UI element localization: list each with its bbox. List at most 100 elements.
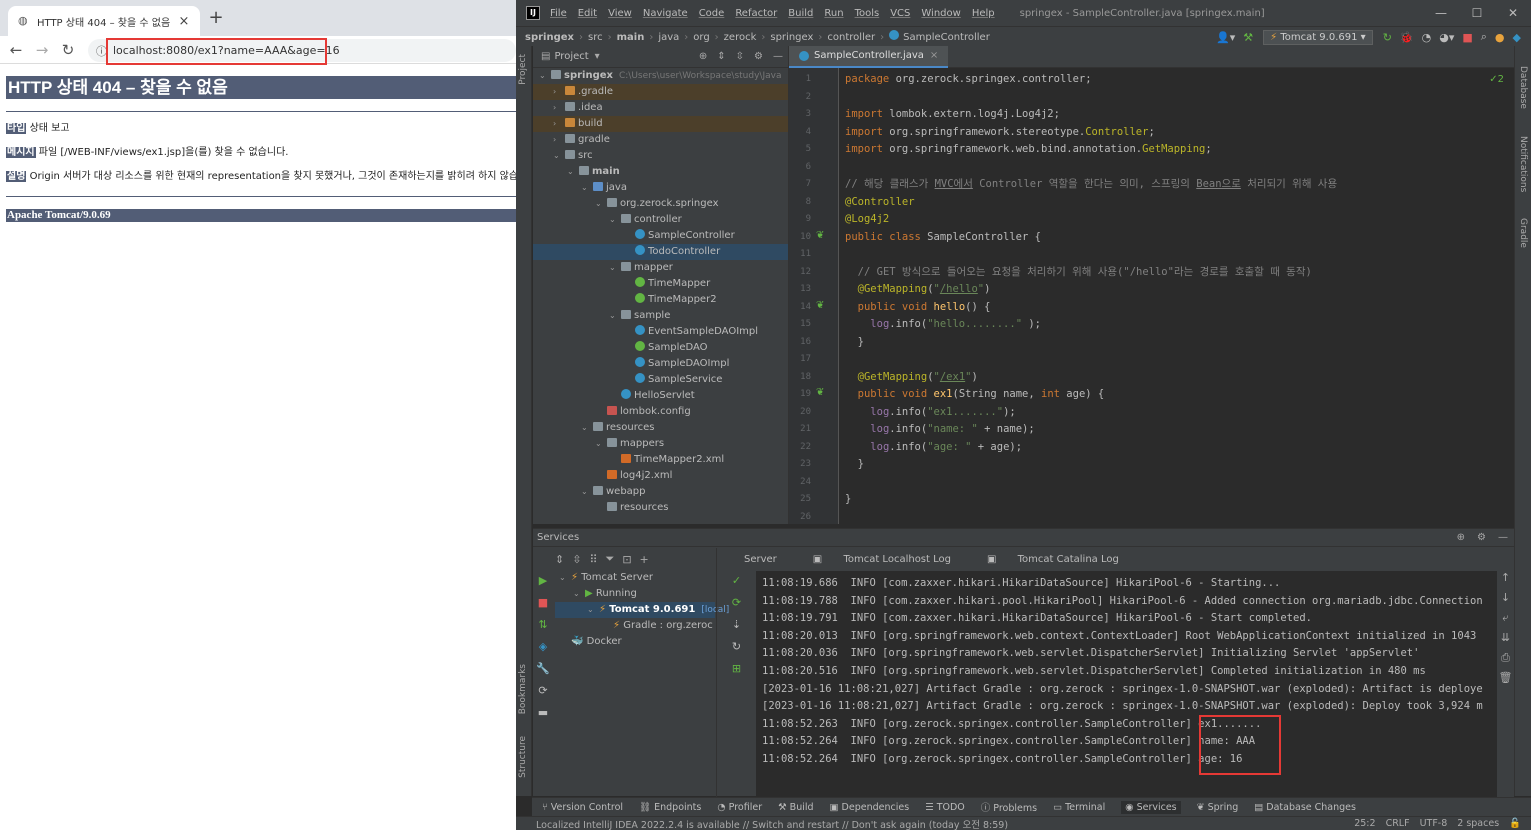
breadcrumb-item[interactable]: org (693, 32, 709, 43)
debug-icon[interactable]: 🐞 (1400, 31, 1414, 44)
breadcrumb-item[interactable]: src (588, 32, 603, 43)
menu-item-vcs[interactable]: VCS (890, 8, 910, 19)
new-tab-icon[interactable]: ⊡ (622, 553, 631, 566)
chevron-icon[interactable]: ⌄ (559, 570, 571, 586)
chevron-icon[interactable]: ⌄ (595, 436, 607, 452)
tree-node[interactable]: ⌄ resources (533, 420, 788, 436)
chevron-icon[interactable]: ⌄ (609, 260, 621, 276)
status-indicator[interactable]: 2 spaces (1457, 818, 1499, 829)
locate-icon[interactable]: ⊕ (699, 51, 707, 62)
rerun-icon[interactable]: ↻ (1383, 31, 1392, 44)
status-indicator[interactable]: 25:2 (1354, 818, 1375, 829)
tool-tab-todo[interactable]: ☰ TODO (925, 802, 965, 813)
spring-bean-gutter-icon[interactable]: ❦ (816, 230, 824, 241)
service-node[interactable]: 🐳 Docker (555, 634, 715, 650)
debug-icon[interactable]: ◈ (533, 636, 553, 658)
structure-tool-tab[interactable]: Structure (518, 736, 528, 778)
tree-node[interactable]: ⌄ src (533, 148, 788, 164)
tree-node[interactable]: ⌄ main (533, 164, 788, 180)
scroll-to-end-icon[interactable]: ⇊ (1497, 631, 1514, 651)
chevron-icon[interactable]: ⌄ (609, 212, 621, 228)
chevron-icon[interactable]: ⌄ (553, 148, 565, 164)
chevron-icon[interactable]: ⌄ (581, 420, 593, 436)
tree-node[interactable]: TimeMapper2.xml (533, 452, 788, 468)
expand-all-icon[interactable]: ⇕ (555, 553, 564, 566)
tree-node[interactable]: ⌄ org.zerock.springex (533, 196, 788, 212)
tool-tab-version-control[interactable]: ⑂ Version Control (542, 802, 623, 813)
coverage-icon[interactable]: ◔ (1422, 31, 1432, 44)
new-tab-button[interactable]: + (206, 9, 226, 29)
group-icon[interactable]: ⠿ (589, 553, 597, 566)
tree-node[interactable]: SampleService (533, 372, 788, 388)
stop-icon[interactable]: ■ (1462, 31, 1472, 44)
maximize-icon[interactable]: ☐ (1459, 6, 1495, 20)
refresh-icon[interactable]: ⟳ (533, 680, 553, 702)
collapse-all-icon[interactable]: ⇳ (736, 51, 744, 62)
tree-node[interactable]: › build (533, 116, 788, 132)
profile-icon[interactable]: ◕▾ (1439, 31, 1454, 44)
breadcrumb-item[interactable]: controller (827, 32, 875, 43)
menu-item-file[interactable]: File (550, 8, 567, 19)
gear-icon[interactable]: ⚙ (754, 51, 763, 62)
layout-icon[interactable]: ▬ (533, 702, 553, 724)
tree-node[interactable]: HelloServlet (533, 388, 788, 404)
hide-icon[interactable]: — (1498, 532, 1508, 543)
tree-node[interactable]: TodoController (533, 244, 788, 260)
breadcrumb-item[interactable]: java (658, 32, 679, 43)
tree-node[interactable]: › gradle (533, 132, 788, 148)
menu-item-run[interactable]: Run (824, 8, 843, 19)
breadcrumb-item[interactable]: SampleController (903, 32, 990, 43)
editor-tab[interactable]: SampleController.java × (789, 45, 949, 68)
chevron-icon[interactable]: ⌄ (581, 484, 593, 500)
tool-tab-build[interactable]: ⚒ Build (778, 802, 813, 813)
close-icon[interactable]: × (930, 50, 938, 61)
gradle-tool-tab[interactable]: Gradle (1518, 218, 1528, 248)
tool-tab-dependencies[interactable]: ▣ Dependencies (830, 802, 910, 813)
user-icon[interactable]: 👤▾ (1216, 31, 1235, 44)
inspection-status[interactable]: ✓2 (1489, 74, 1504, 85)
tree-node[interactable]: › .idea (533, 100, 788, 116)
add-service-icon[interactable]: ⊕ (1457, 532, 1465, 543)
tool-tab-services[interactable]: ◉ Services (1121, 800, 1181, 814)
breadcrumb-item[interactable]: main (617, 32, 645, 43)
menu-item-tools[interactable]: Tools (855, 8, 880, 19)
menu-item-refactor[interactable]: Refactor (735, 8, 777, 19)
code-area[interactable]: package org.zerock.springex.controller; i… (845, 68, 1505, 524)
notifications-tool-tab[interactable]: Notifications (1518, 136, 1528, 192)
breadcrumb-item[interactable]: springex (770, 32, 813, 43)
trash-icon[interactable]: 🗑 (1497, 671, 1514, 691)
tree-node[interactable]: › .gradle (533, 84, 788, 100)
breadcrumb-item[interactable]: zerock (724, 32, 757, 43)
stop-icon[interactable]: ■ (533, 592, 553, 614)
back-icon[interactable]: ← (6, 39, 26, 61)
tree-root[interactable]: ⌄ springex C:\Users\user\Workspace\study\J… (533, 68, 788, 84)
run-configuration-select[interactable]: ⚡ Tomcat 9.0.691 ▾ (1263, 29, 1373, 45)
forward-icon[interactable]: → (32, 39, 52, 61)
tree-node[interactable]: lombok.config (533, 404, 788, 420)
service-node[interactable]: ⚡ Gradle : org.zeroc (555, 618, 715, 634)
status-message[interactable]: Localized IntelliJ IDEA 2022.2.4 is avai… (536, 817, 1008, 830)
build-hammer-icon[interactable]: ⚒ (1243, 31, 1253, 44)
project-view-select[interactable]: Project (554, 51, 588, 62)
close-window-icon[interactable]: ✕ (1495, 6, 1531, 20)
tree-node[interactable]: ⌄ controller (533, 212, 788, 228)
chevron-icon[interactable]: › (553, 100, 565, 116)
spring-bean-gutter-icon[interactable]: ❦ (816, 300, 824, 311)
add-icon[interactable]: + (640, 553, 649, 566)
tree-node[interactable]: ⌄ sample (533, 308, 788, 324)
tree-node[interactable]: SampleDAO (533, 340, 788, 356)
chevron-down-icon[interactable]: ▾ (595, 51, 600, 62)
filter-icon[interactable]: ⏷ (606, 552, 615, 566)
log-tab[interactable]: ▣ Tomcat Catalina Log (987, 554, 1137, 565)
search-icon[interactable]: ⌕ (1481, 30, 1487, 44)
breadcrumb-item[interactable]: springex (525, 32, 574, 43)
service-node[interactable]: ⌄ ⚡ Tomcat 9.0.691 [local] (555, 602, 729, 618)
tree-node[interactable]: TimeMapper2 (533, 292, 788, 308)
menu-item-build[interactable]: Build (788, 8, 813, 19)
chevron-icon[interactable]: ⌄ (595, 196, 607, 212)
reload-icon[interactable]: ↻ (58, 39, 78, 61)
tree-node[interactable]: SampleController (533, 228, 788, 244)
tree-node[interactable]: EventSampleDAOImpl (533, 324, 788, 340)
hide-icon[interactable]: — (773, 51, 783, 62)
scroll-down-icon[interactable]: ↓ (1497, 591, 1514, 611)
